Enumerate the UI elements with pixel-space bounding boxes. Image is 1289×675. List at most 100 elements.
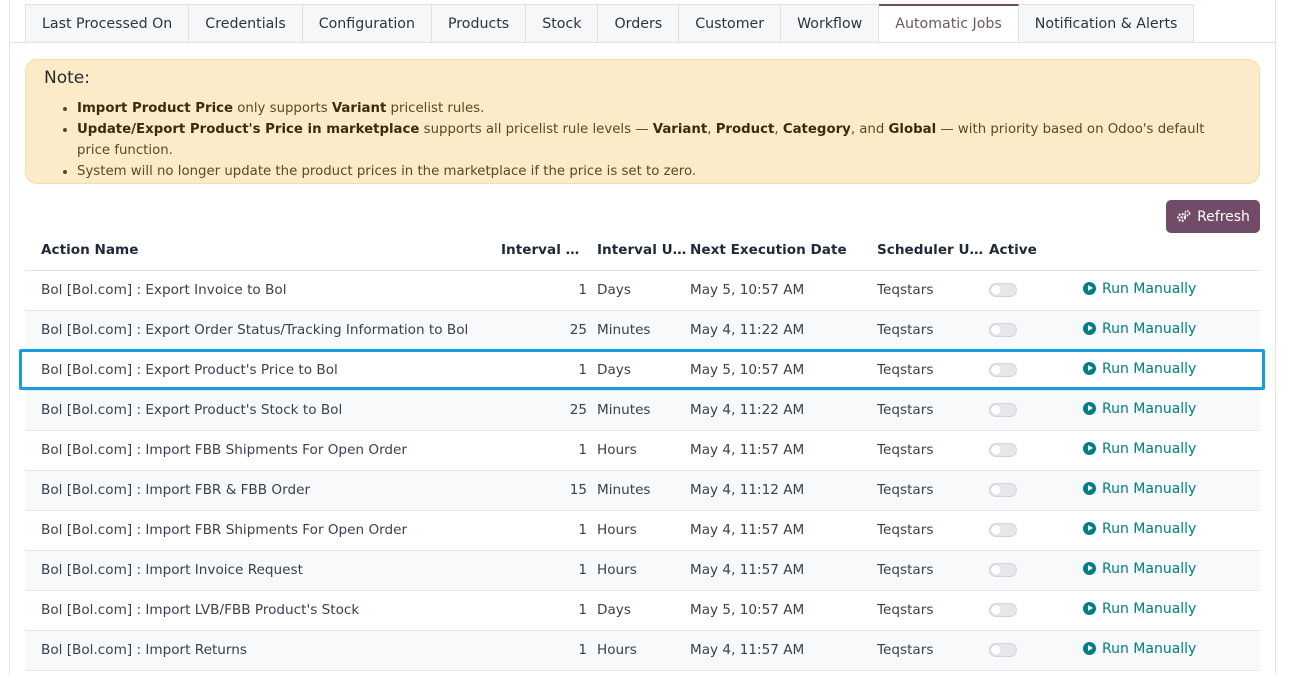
- cell-interval-number: 1: [501, 350, 597, 391]
- table-row[interactable]: Bol [Bol.com] : Export Product's Price t…: [25, 350, 1260, 391]
- table-row[interactable]: Bol [Bol.com] : Import LVB/FBB Product's…: [25, 590, 1260, 631]
- cell-action-name: Bol [Bol.com] : Export Order Status/Trac…: [25, 310, 501, 351]
- cell-next-execution: May 4, 11:22 AM: [690, 310, 877, 351]
- table-row[interactable]: Bol [Bol.com] : Import FBR & FBB Order 15…: [25, 470, 1260, 511]
- cell-run-manually: Run Manually: [1067, 470, 1260, 511]
- header-next-execution[interactable]: Next Execution Date: [690, 231, 877, 271]
- cell-scheduler-user: Teqstars: [877, 350, 989, 391]
- active-toggle[interactable]: [989, 283, 1017, 297]
- tab-orders[interactable]: Orders: [598, 4, 680, 43]
- tab-workflow[interactable]: Workflow: [781, 4, 880, 43]
- run-manually-label: Run Manually: [1102, 280, 1197, 297]
- header-active[interactable]: Active: [989, 231, 1067, 271]
- note-item: System will no longer update the product…: [77, 161, 1241, 182]
- table-row[interactable]: Bol [Bol.com] : Import FBB Shipments For…: [25, 430, 1260, 471]
- active-toggle[interactable]: [989, 603, 1017, 617]
- gears-icon: [1177, 210, 1191, 222]
- table-row[interactable]: Bol [Bol.com] : Import Returns 1 Hours May …: [25, 630, 1260, 671]
- refresh-button[interactable]: Refresh: [1166, 200, 1260, 233]
- automatic-jobs-table: Action Name Interval Number Interval Uni…: [25, 231, 1260, 671]
- cell-scheduler-user: Teqstars: [877, 430, 989, 471]
- table-row[interactable]: Bol [Bol.com] : Export Product's Stock t…: [25, 390, 1260, 431]
- table-row[interactable]: Bol [Bol.com] : Export Invoice to Bol 1 Da…: [25, 270, 1260, 311]
- cell-active: [989, 310, 1067, 351]
- cell-next-execution: May 5, 10:57 AM: [690, 350, 877, 391]
- tab-configuration[interactable]: Configuration: [302, 4, 432, 43]
- cell-active: [989, 470, 1067, 511]
- note-list: Import Product Price only supports Varia…: [77, 98, 1241, 182]
- cell-run-manually: Run Manually: [1067, 510, 1260, 551]
- header-interval-number[interactable]: Interval Number: [501, 231, 597, 271]
- run-manually-button[interactable]: Run Manually: [1083, 401, 1196, 417]
- tab-products[interactable]: Products: [431, 4, 527, 43]
- cell-interval-unit: Days: [597, 590, 690, 631]
- cell-action-name: Bol [Bol.com] : Export Invoice to Bol: [25, 270, 501, 311]
- cell-run-manually: Run Manually: [1067, 270, 1260, 311]
- run-manually-label: Run Manually: [1102, 520, 1197, 537]
- cell-scheduler-user: Teqstars: [877, 310, 989, 351]
- cell-action-name: Bol [Bol.com] : Import Invoice Request: [25, 550, 501, 591]
- active-toggle[interactable]: [989, 643, 1017, 657]
- tab-automatic-jobs[interactable]: Automatic Jobs: [879, 4, 1019, 43]
- cell-action-name: Bol [Bol.com] : Export Product's Stock t…: [25, 390, 501, 431]
- active-toggle[interactable]: [989, 403, 1017, 417]
- cell-run-manually: Run Manually: [1067, 630, 1260, 671]
- active-toggle[interactable]: [989, 523, 1017, 537]
- run-manually-label: Run Manually: [1102, 440, 1197, 457]
- cell-interval-unit: Days: [597, 270, 690, 311]
- active-toggle[interactable]: [989, 363, 1017, 377]
- run-manually-button[interactable]: Run Manually: [1083, 281, 1196, 297]
- cell-active: [989, 350, 1067, 391]
- cell-run-manually: Run Manually: [1067, 430, 1260, 471]
- active-toggle[interactable]: [989, 483, 1017, 497]
- play-circle-icon: [1083, 522, 1096, 536]
- cell-interval-unit: Hours: [597, 510, 690, 551]
- tab-stock[interactable]: Stock: [526, 4, 599, 43]
- run-manually-button[interactable]: Run Manually: [1083, 361, 1196, 377]
- active-toggle[interactable]: [989, 443, 1017, 457]
- cell-interval-number: 1: [501, 550, 597, 591]
- run-manually-button[interactable]: Run Manually: [1083, 601, 1196, 617]
- cell-next-execution: May 4, 11:57 AM: [690, 430, 877, 471]
- tab-last-processed-on[interactable]: Last Processed On: [25, 4, 190, 43]
- tab-credentials[interactable]: Credentials: [189, 4, 303, 43]
- play-circle-icon: [1083, 282, 1096, 296]
- cell-scheduler-user: Teqstars: [877, 470, 989, 511]
- cell-action-name: Bol [Bol.com] : Import FBR Shipments For…: [25, 510, 501, 551]
- cell-interval-unit: Minutes: [597, 470, 690, 511]
- header-actions: [1067, 231, 1260, 271]
- run-manually-label: Run Manually: [1102, 480, 1197, 497]
- active-toggle[interactable]: [989, 563, 1017, 577]
- play-circle-icon: [1083, 362, 1096, 376]
- table-row[interactable]: Bol [Bol.com] : Import Invoice Request 1 H…: [25, 550, 1260, 591]
- cell-next-execution: May 5, 10:57 AM: [690, 270, 877, 311]
- table-row[interactable]: Bol [Bol.com] : Import FBR Shipments For…: [25, 510, 1260, 551]
- tab-notification-alerts[interactable]: Notification & Alerts: [1018, 4, 1195, 43]
- cell-interval-unit: Minutes: [597, 310, 690, 351]
- cell-interval-number: 1: [501, 430, 597, 471]
- cell-active: [989, 630, 1067, 671]
- cell-interval-unit: Hours: [597, 430, 690, 471]
- run-manually-button[interactable]: Run Manually: [1083, 321, 1196, 337]
- run-manually-button[interactable]: Run Manually: [1083, 521, 1196, 537]
- header-action-name[interactable]: Action Name: [25, 231, 501, 271]
- note-panel: Note: Import Product Price only supports…: [25, 59, 1260, 184]
- cell-run-manually: Run Manually: [1067, 590, 1260, 631]
- run-manually-label: Run Manually: [1102, 560, 1197, 577]
- cell-run-manually: Run Manually: [1067, 310, 1260, 351]
- cell-interval-number: 25: [501, 310, 597, 351]
- run-manually-button[interactable]: Run Manually: [1083, 641, 1196, 657]
- run-manually-button[interactable]: Run Manually: [1083, 481, 1196, 497]
- note-item: Import Product Price only supports Varia…: [77, 98, 1241, 119]
- table-row[interactable]: Bol [Bol.com] : Export Order Status/Trac…: [25, 310, 1260, 351]
- active-toggle[interactable]: [989, 323, 1017, 337]
- run-manually-button[interactable]: Run Manually: [1083, 441, 1196, 457]
- cell-action-name: Bol [Bol.com] : Import LVB/FBB Product's…: [25, 590, 501, 631]
- cell-interval-unit: Minutes: [597, 390, 690, 431]
- header-interval-unit[interactable]: Interval Unit: [597, 231, 690, 271]
- tab-customer[interactable]: Customer: [679, 4, 782, 43]
- play-circle-icon: [1083, 322, 1096, 336]
- run-manually-button[interactable]: Run Manually: [1083, 561, 1196, 577]
- header-scheduler-user[interactable]: Scheduler User: [877, 231, 989, 271]
- cell-interval-unit: Days: [597, 350, 690, 391]
